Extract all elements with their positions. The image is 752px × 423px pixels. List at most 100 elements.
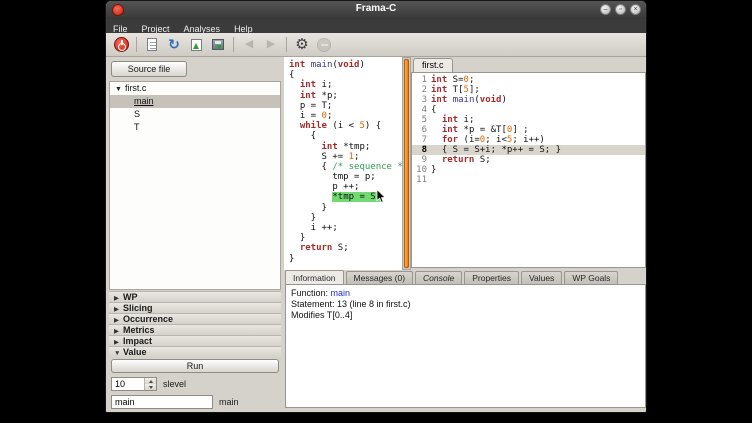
function-link[interactable]: main: [331, 288, 351, 298]
line-text: int S=0;: [431, 75, 474, 85]
highlighted-statement[interactable]: *tmp = S;: [332, 192, 381, 202]
close-button[interactable]: ×: [630, 4, 641, 15]
code-token: [431, 135, 442, 145]
cil-code-line[interactable]: while (i < 5) {: [289, 121, 402, 131]
forward-icon: ▶: [267, 37, 275, 52]
source-code-line[interactable]: 7 for (i=0; i<5; i++): [412, 135, 645, 145]
code-token: ;: [469, 75, 474, 85]
quit-button[interactable]: [110, 35, 132, 55]
cil-code-line[interactable]: int *p;: [289, 91, 402, 101]
cil-code-line[interactable]: p = T;: [289, 101, 402, 111]
code-token: i =: [289, 111, 322, 121]
info-line: Function: main: [291, 288, 640, 299]
source-file-button[interactable]: Source file: [111, 61, 187, 77]
tab-messages-0[interactable]: Messages (0): [346, 271, 414, 284]
source-code-line[interactable]: 8 { S = S+i; *p++ = S; }: [412, 145, 645, 155]
line-number: 5: [412, 115, 427, 125]
code-token: S;: [474, 155, 490, 165]
slevel-spinbox[interactable]: [111, 377, 157, 391]
cil-code-line[interactable]: S += 1;: [289, 152, 402, 162]
tab-values[interactable]: Values: [521, 271, 562, 284]
save-icon: [212, 39, 224, 50]
cil-code-line[interactable]: }: [289, 203, 402, 213]
code-token: int: [300, 91, 316, 101]
line-text: return S;: [431, 155, 491, 165]
code-token: }: [289, 254, 294, 264]
source-code-line[interactable]: 3int main(void): [412, 95, 645, 105]
minimize-button[interactable]: –: [600, 4, 611, 15]
line-number: 7: [412, 135, 427, 145]
maximize-button[interactable]: ▫: [615, 4, 626, 15]
tree-item-t[interactable]: T: [110, 121, 280, 134]
code-token: S;: [332, 243, 348, 253]
section-label: Value: [123, 347, 147, 357]
information-panel: Function: mainStatement: 13 (line 8 in f…: [285, 284, 646, 408]
cil-code-line[interactable]: tmp = p;: [289, 172, 402, 182]
code-token: ): [359, 60, 364, 70]
code-token: }: [289, 213, 316, 223]
slevel-input[interactable]: [112, 378, 144, 390]
window-title: Frama-C: [106, 3, 646, 14]
tab-information[interactable]: Information: [285, 270, 344, 284]
cil-code-line[interactable]: i ++;: [289, 223, 402, 233]
cil-code-line[interactable]: return S;: [289, 243, 402, 253]
tree-item-label: S: [134, 109, 140, 119]
expander-down-icon[interactable]: ▼: [115, 86, 122, 93]
tab-properties[interactable]: Properties: [464, 271, 519, 284]
cil-code-line[interactable]: }: [289, 254, 402, 264]
tree-item-main[interactable]: main: [110, 95, 280, 108]
cil-scrollbar[interactable]: [402, 57, 411, 270]
source-code-line[interactable]: 9 return S;: [412, 155, 645, 165]
section-value[interactable]: ▼Value: [109, 346, 281, 357]
cil-code-line[interactable]: int main(void): [289, 60, 402, 70]
code-token: ;: [327, 111, 332, 121]
code-token: ;: [354, 152, 359, 162]
code-token: int: [431, 85, 447, 95]
section-slicing[interactable]: ▶Slicing: [109, 302, 281, 313]
code-token: [431, 155, 442, 165]
source-code-line[interactable]: 2int T[5];: [412, 85, 645, 95]
source-code-line[interactable]: 11: [412, 175, 645, 185]
line-text: {: [431, 105, 436, 115]
tree-item-s[interactable]: S: [110, 108, 280, 121]
cil-code-line[interactable]: int *tmp;: [289, 142, 402, 152]
section-impact[interactable]: ▶Impact: [109, 335, 281, 346]
line-number: 4: [412, 105, 427, 115]
save-session-button[interactable]: [207, 35, 229, 55]
cil-code-line[interactable]: {: [289, 131, 402, 141]
reload-button[interactable]: ↻: [163, 35, 185, 55]
tab-wp-goals[interactable]: WP Goals: [564, 271, 618, 284]
cil-code-line[interactable]: { /* sequence */: [289, 162, 402, 172]
scrollbar-thumb[interactable]: [404, 59, 409, 268]
tab-console[interactable]: Console: [415, 271, 462, 284]
source-code-line[interactable]: 5 int i;: [412, 115, 645, 125]
run-button[interactable]: Run: [111, 359, 279, 373]
source-code-line[interactable]: 6 int *p = &T[0] ;: [412, 125, 645, 135]
code-token: (i=: [458, 135, 480, 145]
cil-code-line[interactable]: int i;: [289, 80, 402, 90]
section-wp[interactable]: ▶WP: [109, 291, 281, 302]
cil-code-view: int main(void){ int i; int *p; p = T; i …: [284, 57, 402, 270]
slevel-label: slevel: [163, 379, 186, 389]
frama-c-window: Frama-C –▫× FileProjectAnalysesHelp ↻◀▶⚙…: [105, 0, 647, 413]
source-code-line[interactable]: 1int S=0;: [412, 75, 645, 85]
code-token: [289, 243, 300, 253]
load-session-button[interactable]: [185, 35, 207, 55]
source-code-line[interactable]: 10}: [412, 165, 645, 175]
section-occurrence[interactable]: ▶Occurrence: [109, 313, 281, 324]
cil-code-line[interactable]: {: [289, 70, 402, 80]
cil-code-line[interactable]: }: [289, 213, 402, 223]
section-metrics[interactable]: ▶Metrics: [109, 324, 281, 335]
titlebar[interactable]: Frama-C –▫ ×: [106, 1, 646, 19]
source-tab-first-c[interactable]: first.c: [413, 58, 453, 72]
source-files-button[interactable]: [141, 35, 163, 55]
code-token: [289, 121, 300, 131]
code-token: {: [431, 105, 436, 115]
cil-code-line[interactable]: }: [289, 233, 402, 243]
main-function-input[interactable]: [111, 395, 213, 409]
analyses-button[interactable]: ⚙: [291, 35, 313, 55]
source-code-line[interactable]: 4{: [412, 105, 645, 115]
cil-code-line[interactable]: i = 0;: [289, 111, 402, 121]
spin-down-button[interactable]: [145, 384, 156, 390]
tree-item-first-c[interactable]: ▼first.c: [110, 82, 280, 95]
